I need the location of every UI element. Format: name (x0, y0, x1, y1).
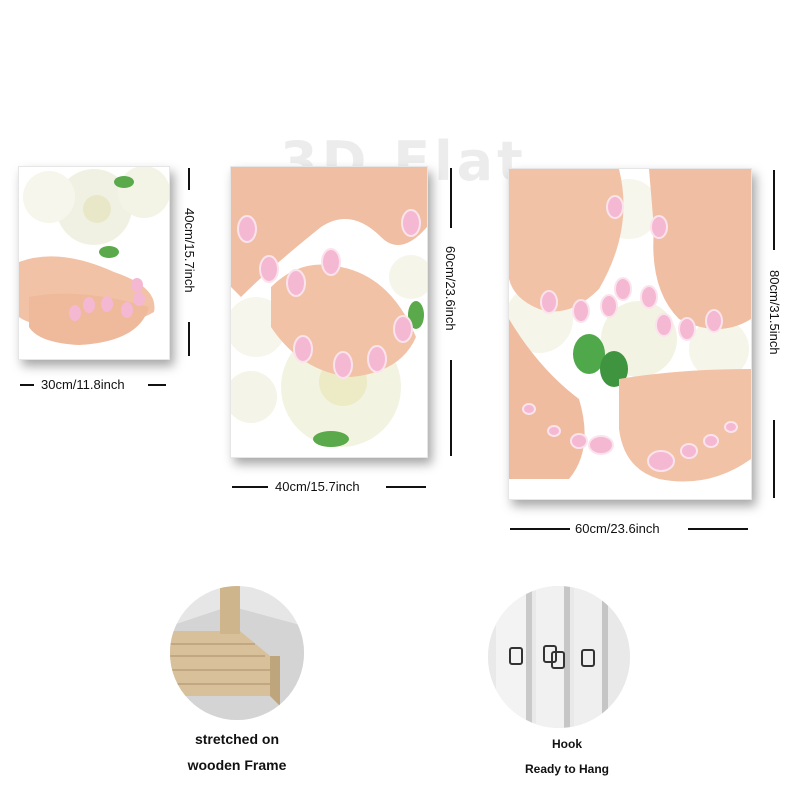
width-line-small-left (20, 384, 34, 386)
height-label-small: 40cm/15.7inch (182, 208, 197, 293)
canvas-panel-large (508, 168, 752, 500)
width-line-small-right (148, 384, 166, 386)
manicure-pedicure-image (509, 169, 751, 499)
manicure-hands-rose-image (231, 167, 427, 457)
width-line-large-right (688, 528, 748, 530)
width-line-large-left (510, 528, 570, 530)
frame-caption-line1: stretched on (194, 731, 279, 747)
hook-caption-line2: Ready to Hang (524, 762, 609, 776)
canvas-panel-small (18, 166, 170, 360)
frame-caption-line2: wooden Frame (187, 757, 287, 773)
height-label-medium: 60cm/23.6inch (443, 246, 458, 331)
height-label-large: 80cm/31.5inch (767, 270, 782, 355)
height-line-small-top (188, 168, 190, 190)
height-line-medium-bottom (450, 360, 452, 456)
width-line-medium-left (232, 486, 268, 488)
hook-caption-line1: Hook (552, 737, 582, 751)
hook-photo (488, 586, 630, 728)
height-line-large-top (773, 170, 775, 250)
height-line-medium-top (450, 168, 452, 228)
canvas-panel-medium (230, 166, 428, 458)
height-line-small-bottom (188, 322, 190, 356)
height-line-large-bottom (773, 420, 775, 498)
width-label-medium: 40cm/15.7inch (275, 479, 360, 494)
wooden-frame-photo (170, 586, 304, 720)
manicure-hands-roses-image (19, 167, 169, 359)
width-line-medium-right (386, 486, 426, 488)
width-label-small: 30cm/11.8inch (41, 377, 125, 392)
width-label-large: 60cm/23.6inch (575, 521, 660, 536)
